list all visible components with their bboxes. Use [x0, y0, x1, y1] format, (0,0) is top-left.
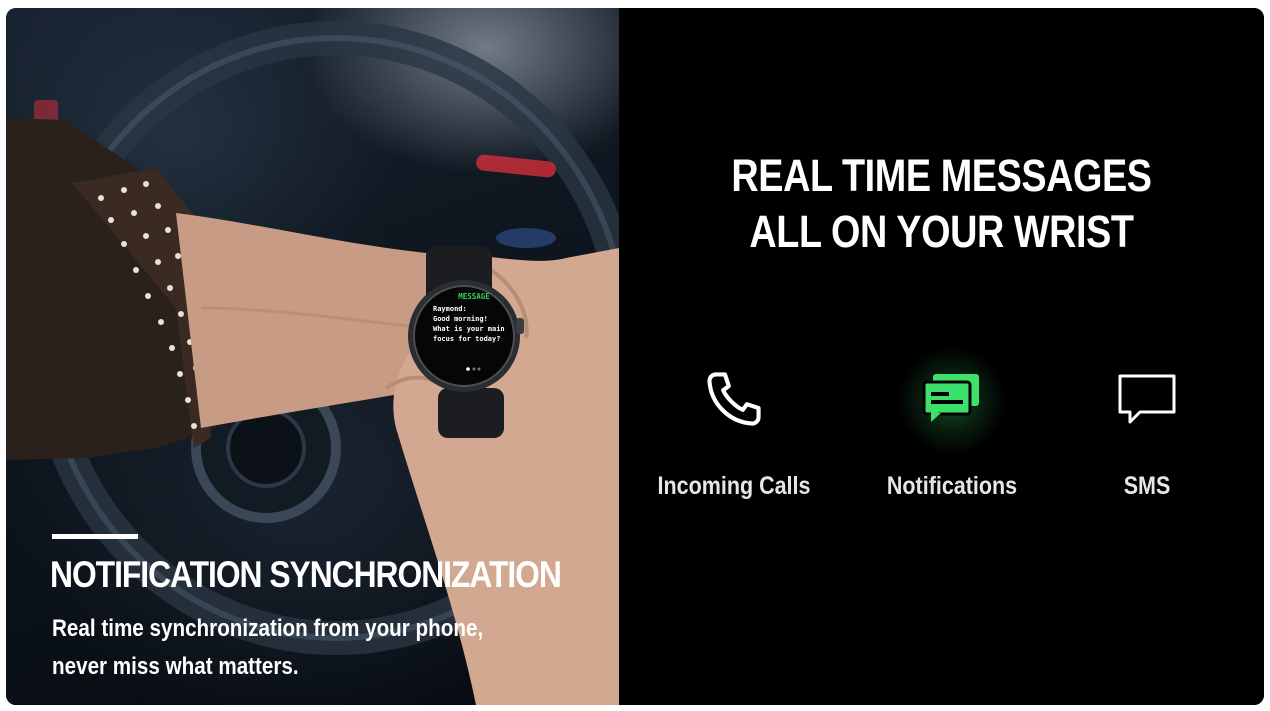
photo-illustration: MESSAGE Raymond: Good morning! What is y… — [6, 21, 619, 705]
watch-screen-line: focus for today? — [433, 335, 500, 343]
caption-title: NOTIFICATION SYNCHRONIZATION — [50, 554, 562, 595]
watch-screen-header: MESSAGE — [458, 292, 490, 301]
promo-panel: REAL TIME MESSAGES ALL ON YOUR WRIST Inc… — [619, 8, 1264, 705]
watch-screen-line: What is your main — [433, 325, 505, 333]
headline-line-1: REAL TIME MESSAGES — [731, 150, 1152, 201]
caption-subtitle: Real time synchronization from your phon… — [52, 615, 484, 680]
watch-screen-line: Raymond: — [433, 305, 467, 313]
chat-bubbles-icon — [862, 368, 1042, 430]
page-dot — [472, 367, 476, 371]
feature-label: SMS — [1123, 472, 1171, 500]
caption-accent-bar — [52, 534, 138, 539]
speech-bubble-icon — [1057, 368, 1237, 430]
headline-line-2: ALL ON YOUR WRIST — [749, 206, 1134, 257]
lifestyle-photo: MESSAGE Raymond: Good morning! What is y… — [6, 8, 619, 705]
feature-sms: SMS — [1057, 368, 1237, 501]
feature-label: Notifications — [886, 472, 1018, 500]
phone-icon — [644, 368, 824, 430]
page-dot — [477, 367, 481, 371]
feature-label: Incoming Calls — [657, 472, 811, 500]
watch-screen-line: Good morning! — [433, 315, 488, 323]
headline: REAL TIME MESSAGES ALL ON YOUR WRIST — [619, 148, 1264, 260]
product-banner: MESSAGE Raymond: Good morning! What is y… — [6, 8, 1264, 705]
feature-incoming-calls: Incoming Calls — [644, 368, 824, 501]
page-dot-active — [466, 367, 470, 371]
feature-notifications: Notifications — [862, 368, 1042, 501]
